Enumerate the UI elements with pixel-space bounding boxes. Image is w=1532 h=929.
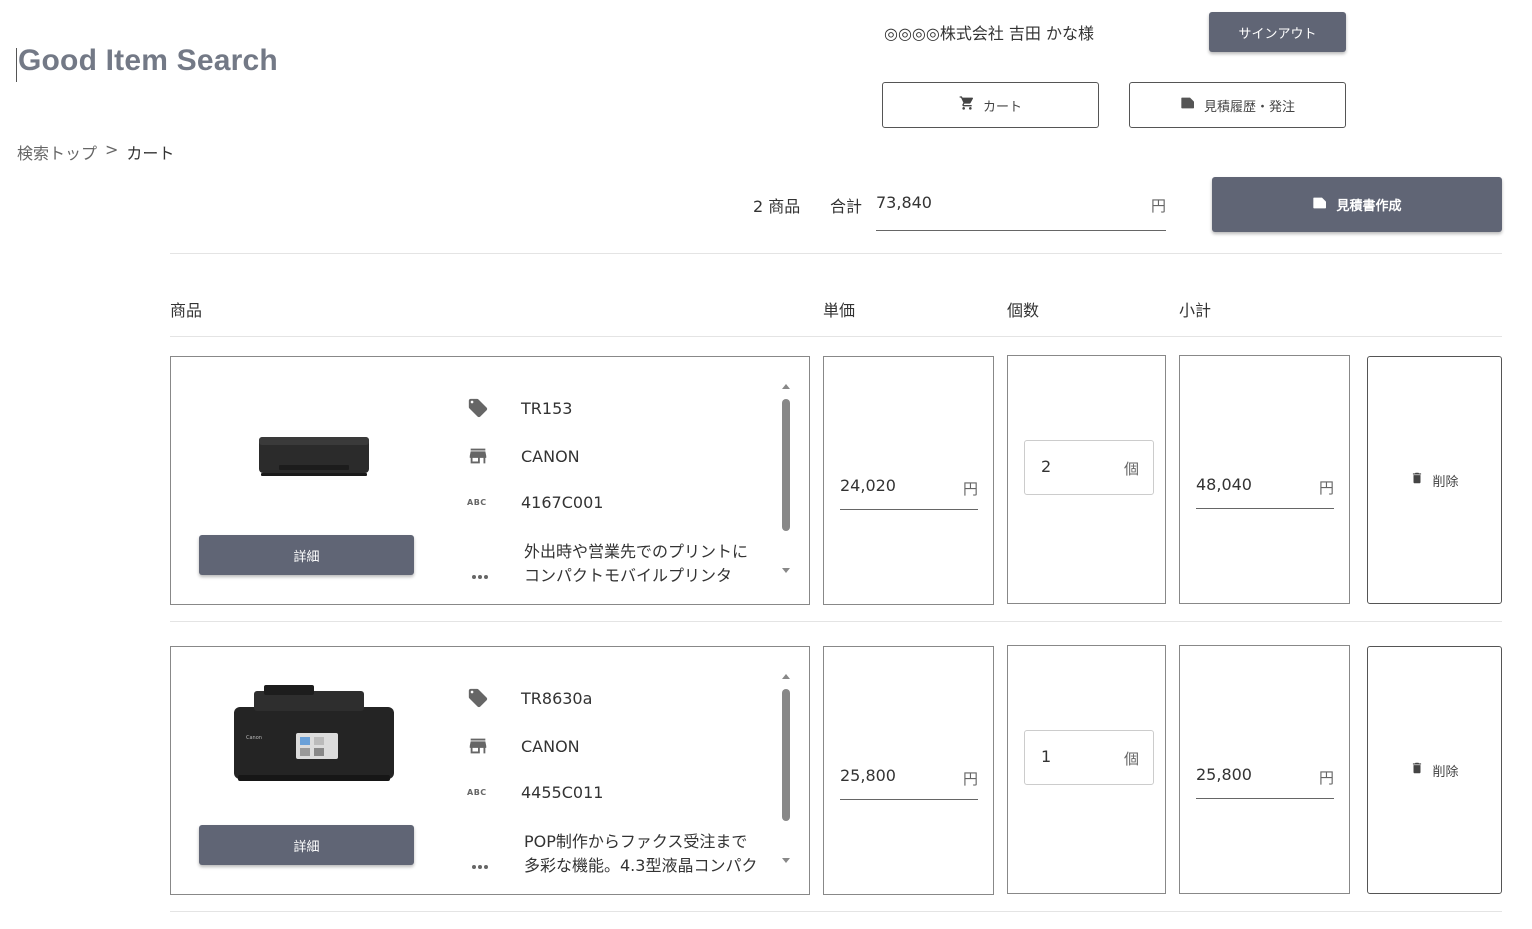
description-scrollbar[interactable]	[780, 384, 792, 580]
header-product: 商品	[170, 301, 203, 320]
product-maker: CANON	[521, 736, 580, 756]
product-description: POP制作からファクス受注まで 多彩な機能。4.3型液晶コンパク	[524, 832, 758, 875]
scroll-up-arrow[interactable]	[782, 384, 790, 389]
unit-price-cell: 25,800 円	[823, 646, 994, 895]
delete-button[interactable]: 削除	[1367, 646, 1502, 894]
text-cursor	[16, 48, 17, 82]
tag-icon	[467, 397, 521, 419]
document-icon	[1312, 195, 1328, 215]
unit-price-value: 24,020	[840, 476, 896, 495]
scroll-up-arrow[interactable]	[782, 674, 790, 679]
subtotal-field: 48,040 円	[1196, 465, 1334, 509]
cart-icon	[959, 95, 975, 115]
site-logo[interactable]: Good Item Search	[18, 44, 278, 78]
subtotal-unit: 円	[1318, 479, 1334, 497]
quote-history-label: 見積履歴・発注	[1203, 99, 1295, 115]
create-quote-button[interactable]: 見積書作成	[1212, 177, 1502, 232]
delete-label: 削除	[1432, 474, 1459, 490]
model-row: TR8630a	[467, 687, 592, 709]
trash-icon	[1410, 470, 1424, 490]
scroll-down-arrow[interactable]	[782, 568, 790, 573]
signout-button[interactable]: サインアウト	[1209, 12, 1346, 52]
unit-price-unit: 円	[962, 480, 978, 498]
detail-button[interactable]: 詳細	[199, 825, 414, 865]
product-card: Canon 詳細 TR8630a CANON ABC 4455C011 POP制…	[170, 646, 810, 895]
total-field: 73,840 円	[876, 186, 1166, 231]
quantity-unit: 個	[1123, 460, 1139, 478]
quantity-value: 2	[1041, 457, 1052, 476]
product-code: 4167C001	[521, 493, 604, 512]
delete-label: 削除	[1432, 764, 1459, 780]
product-model: TR153	[521, 398, 573, 418]
create-quote-label: 見積書作成	[1336, 199, 1402, 214]
breadcrumb: 検索トップ > カート	[17, 140, 174, 164]
product-code: 4455C011	[521, 783, 604, 802]
abc-icon: ABC	[467, 498, 487, 507]
header-quantity: 個数	[1007, 301, 1040, 320]
subtotal-cell: 48,040 円	[1179, 355, 1350, 604]
header-unit-price: 単価	[823, 301, 856, 320]
delete-button[interactable]: 削除	[1367, 356, 1502, 604]
item-count: 2 商品	[753, 197, 801, 216]
quantity-cell: 1 個	[1007, 645, 1166, 894]
unit-price-unit: 円	[962, 770, 978, 788]
description-scrollbar[interactable]	[780, 674, 792, 870]
quantity-input[interactable]: 1 個	[1024, 730, 1154, 785]
more-icon	[471, 855, 489, 874]
subtotal-cell: 25,800 円	[1179, 645, 1350, 894]
subtotal-unit: 円	[1318, 769, 1334, 787]
divider	[170, 621, 1502, 622]
maker-row: CANON	[467, 735, 580, 757]
unit-price-cell: 24,020 円	[823, 356, 994, 605]
detail-button[interactable]: 詳細	[199, 535, 414, 575]
product-model: TR8630a	[521, 688, 593, 708]
quote-history-button[interactable]: 見積履歴・発注	[1129, 82, 1346, 128]
scroll-thumb[interactable]	[782, 399, 790, 531]
store-icon	[467, 445, 521, 467]
code-row: ABC 4455C011	[467, 783, 603, 802]
unit-price-value: 25,800	[840, 766, 896, 785]
unit-price-field: 24,020 円	[840, 466, 978, 510]
product-maker: CANON	[521, 446, 580, 466]
product-image: Canon	[199, 657, 429, 807]
product-image	[199, 377, 429, 527]
quantity-cell: 2 個	[1007, 355, 1166, 604]
total-label: 合計	[830, 197, 863, 216]
product-card: 詳細 TR153 CANON ABC 4167C001 外出時や営業先でのプリン…	[170, 356, 810, 605]
total-value: 73,840	[876, 193, 932, 212]
maker-row: CANON	[467, 445, 580, 467]
breadcrumb-current: カート	[126, 144, 175, 163]
divider	[170, 911, 1502, 912]
quantity-value: 1	[1041, 747, 1052, 766]
total-unit: 円	[1150, 197, 1166, 215]
trash-icon	[1410, 760, 1424, 780]
subtotal-value: 25,800	[1196, 765, 1252, 784]
tag-icon	[467, 687, 521, 709]
code-row: ABC 4167C001	[467, 493, 603, 512]
cart-button[interactable]: カート	[882, 82, 1099, 128]
subtotal-value: 48,040	[1196, 475, 1252, 494]
abc-icon: ABC	[467, 788, 487, 797]
product-description: 外出時や営業先でのプリントに コンパクトモバイルプリンタ	[524, 542, 749, 585]
model-row: TR153	[467, 397, 572, 419]
scroll-thumb[interactable]	[782, 689, 790, 821]
unit-price-field: 25,800 円	[840, 756, 978, 800]
document-icon	[1180, 95, 1196, 115]
divider	[170, 253, 1502, 254]
header-subtotal: 小計	[1179, 301, 1212, 320]
store-icon	[467, 735, 521, 757]
quantity-input[interactable]: 2 個	[1024, 440, 1154, 495]
quantity-unit: 個	[1123, 750, 1139, 768]
breadcrumb-separator: >	[105, 140, 119, 159]
divider	[170, 336, 1502, 337]
scroll-down-arrow[interactable]	[782, 858, 790, 863]
svg-text:Canon: Canon	[246, 735, 262, 741]
subtotal-field: 25,800 円	[1196, 755, 1334, 799]
user-name: ◎◎◎◎株式会社 吉田 かな様	[884, 24, 1095, 43]
breadcrumb-top-link[interactable]: 検索トップ	[17, 140, 97, 164]
more-icon	[471, 565, 489, 584]
cart-button-label: カート	[982, 99, 1022, 115]
